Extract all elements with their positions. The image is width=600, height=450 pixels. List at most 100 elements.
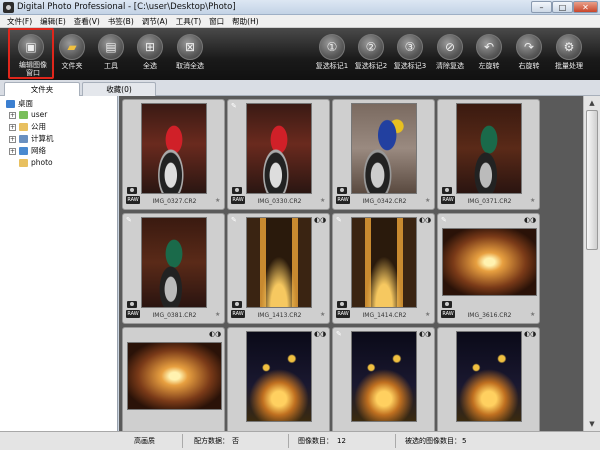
photo-thumbnail[interactable] (442, 228, 537, 296)
expand-user-icon[interactable]: + (9, 112, 16, 119)
file-name: IMG_0381.CR2 (152, 312, 197, 319)
menu-tools[interactable]: 工具(T) (172, 15, 205, 27)
rotate-left-button[interactable]: ↶ 左旋转 (467, 28, 511, 78)
camera-icon (337, 301, 347, 308)
menu-edit[interactable]: 编辑(E) (36, 15, 70, 27)
multi-select-icon: ◐◑ (419, 216, 432, 224)
tree-node-computer[interactable]: 计算机 (31, 134, 54, 143)
tree-node-user[interactable]: user (31, 110, 47, 119)
select-all-button[interactable]: ⊞ 全选 (128, 28, 172, 78)
edit-image-window-button[interactable]: ▣ 编辑图像 窗口 (8, 28, 54, 79)
tree-node-network[interactable]: 网络 (31, 146, 46, 155)
minimize-button[interactable]: – (531, 1, 552, 13)
rating-icon: ★ (320, 197, 326, 204)
clear-check-button[interactable]: ⊘ 清除复选 (428, 28, 472, 78)
rating-icon: ★ (530, 197, 536, 204)
expand-public-icon[interactable]: + (9, 124, 16, 131)
menu-help[interactable]: 帮助(H) (228, 15, 263, 27)
file-name: IMG_1413.CR2 (257, 312, 302, 319)
photo-thumbnail[interactable] (351, 103, 417, 194)
camera-icon (232, 301, 242, 308)
multi-select-icon: ◐◑ (524, 216, 537, 224)
check-mark-3-button[interactable]: ③ 复选标记3 (388, 28, 432, 78)
pin-icon: ✎ (231, 102, 237, 110)
thumbnail-cell[interactable]: ✎ RAW IMG_0330.CR2 ★ (227, 99, 330, 210)
deselect-all-button[interactable]: ⊠ 取消全选 (168, 28, 212, 78)
tree-node-photo[interactable]: photo (31, 158, 53, 167)
check-mark-2-icon: ② (358, 34, 384, 60)
photo-thumbnail[interactable] (351, 217, 417, 308)
menu-adjust[interactable]: 调节(A) (138, 15, 172, 27)
thumbnail-cell[interactable]: ✎ ◐◑ (332, 327, 435, 431)
photo-thumbnail[interactable] (246, 331, 312, 422)
status-count-label: 图像数目： (298, 437, 333, 445)
thumbnail-cell[interactable]: ◐◑ (122, 327, 225, 431)
thumbnail-cell[interactable]: ✎ ◐◑ RAW IMG_1414.CR2 ★ (332, 213, 435, 324)
batch-process-button[interactable]: ⚙ 批量处理 (547, 28, 591, 78)
rating-icon: ★ (215, 197, 221, 204)
rating-icon: ★ (215, 311, 221, 318)
photo-thumbnail[interactable] (127, 342, 222, 410)
check-mark-2-button[interactable]: ② 复选标记2 (349, 28, 393, 78)
check-mark-3-icon: ③ (397, 34, 423, 60)
user-folder-icon (19, 111, 28, 119)
expand-network-icon[interactable]: + (9, 148, 16, 155)
thumbnail-cell[interactable]: ✎ ◐◑ RAW IMG_1413.CR2 ★ (227, 213, 330, 324)
tab-folder[interactable]: 文件夹 (4, 82, 80, 96)
thumbnail-cell[interactable]: RAW IMG_0371.CR2 ★ (437, 99, 540, 210)
multi-select-icon: ◐◑ (314, 216, 327, 224)
thumbnail-cell[interactable]: ◐◑ (437, 327, 540, 431)
menu-file[interactable]: 文件(F) (3, 15, 36, 27)
tree-node-public[interactable]: 公用 (31, 122, 46, 131)
menu-window[interactable]: 窗口 (205, 15, 228, 27)
camera-icon (442, 187, 452, 194)
menu-view[interactable]: 查看(V) (70, 15, 104, 27)
photo-thumbnail[interactable] (351, 331, 417, 422)
status-recipe-value: 否 (232, 437, 239, 445)
file-name: IMG_0342.CR2 (362, 198, 407, 205)
folder-button[interactable]: ▰ 文件夹 (50, 28, 94, 78)
deselect-all-icon: ⊠ (177, 34, 203, 60)
batch-process-label: 批量处理 (555, 62, 583, 70)
thumbnail-cell[interactable]: ✎ ◐◑ RAW IMG_3616.CR2 ★ (437, 213, 540, 324)
photo-thumbnail[interactable] (246, 217, 312, 308)
camera-icon (442, 301, 452, 308)
multi-select-icon: ◐◑ (419, 330, 432, 338)
scroll-thumb[interactable] (586, 110, 598, 250)
rating-icon: ★ (530, 311, 536, 318)
rotate-right-button[interactable]: ↷ 右旋转 (507, 28, 551, 78)
photo-folder-icon (19, 159, 28, 167)
edit-label-line2: 窗口 (26, 69, 40, 77)
photo-thumbnail[interactable] (141, 217, 207, 308)
scroll-up-icon[interactable]: ▲ (586, 98, 598, 108)
thumbnail-cell[interactable]: ◐◑ (227, 327, 330, 431)
check-mark-1-button[interactable]: ① 复选标记1 (310, 28, 354, 78)
expand-computer-icon[interactable]: + (9, 136, 16, 143)
toolbar: ▣ 编辑图像 窗口 ▰ 文件夹 ▤ 工具 ⊞ 全选 ⊠ 取消全选 ① 复选标记1 … (0, 28, 600, 80)
maximize-button[interactable]: □ (552, 1, 573, 13)
thumbnail-cell[interactable]: RAW IMG_0342.CR2 ★ (332, 99, 435, 210)
vertical-scrollbar[interactable]: ▲ ▼ (583, 96, 600, 431)
photo-thumbnail[interactable] (456, 331, 522, 422)
photo-thumbnail[interactable] (246, 103, 312, 194)
tab-favorites[interactable]: 收藏(0) (82, 82, 156, 96)
photo-thumbnail[interactable] (456, 103, 522, 194)
menu-bookmark[interactable]: 书签(B) (104, 15, 138, 27)
tree-node-desktop[interactable]: 桌面 (18, 99, 33, 108)
tools-button[interactable]: ▤ 工具 (89, 28, 133, 78)
thumbnail-grid: RAW IMG_0327.CR2 ★ ✎ RAW IMG_0330.CR2 ★ … (119, 96, 583, 431)
photo-thumbnail[interactable] (141, 103, 207, 194)
status-selected-label: 被选的图像数目： (405, 437, 461, 445)
file-name: IMG_3616.CR2 (467, 312, 512, 319)
clear-check-icon: ⊘ (437, 34, 463, 60)
pin-icon: ✎ (336, 330, 342, 338)
rating-icon: ★ (425, 311, 431, 318)
folder-icon: ▰ (59, 34, 85, 60)
thumbnail-cell[interactable]: RAW IMG_0327.CR2 ★ (122, 99, 225, 210)
status-selected-value: 5 (462, 437, 467, 445)
close-button[interactable]: ✕ (573, 1, 598, 13)
thumbnail-cell[interactable]: ✎ RAW IMG_0381.CR2 ★ (122, 213, 225, 324)
multi-select-icon: ◐◑ (314, 330, 327, 338)
scroll-down-icon[interactable]: ▼ (586, 419, 598, 429)
rotate-right-icon: ↷ (516, 34, 542, 60)
